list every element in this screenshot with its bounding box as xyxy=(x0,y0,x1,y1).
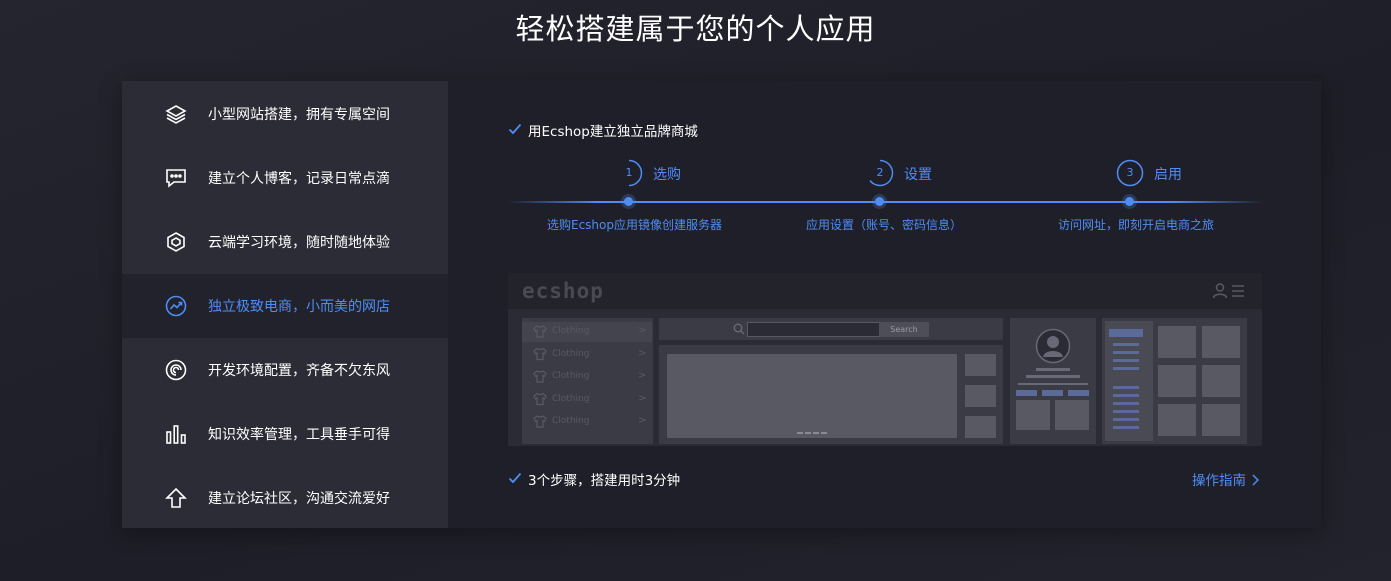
avatar xyxy=(1035,328,1071,364)
sidebar-item-label: 开发环境配置，齐备不欠东风 xyxy=(208,363,390,379)
sidebar-item-ecommerce[interactable]: 独立极致电商，小而美的网店 xyxy=(122,274,448,338)
step-2-number: 2 xyxy=(866,159,894,187)
mockup-search-button: Search xyxy=(879,322,929,337)
sidebar-item-label: 知识效率管理，工具垂手可得 xyxy=(208,427,390,443)
step-1-label: 选购 xyxy=(653,167,681,183)
sidebar-item-blog[interactable]: 建立个人博客，记录日常点滴 xyxy=(122,146,448,210)
sidebar-item-knowledge[interactable]: 知识效率管理，工具垂手可得 xyxy=(122,402,448,466)
feature-panel: 小型网站搭建，拥有专属空间 建立个人博客，记录日常点滴 云端学习环境，随时随地体… xyxy=(122,81,1321,528)
footer-note: 3个步骤，搭建用时3分钟 xyxy=(528,473,681,489)
step-1-dot xyxy=(624,197,633,206)
chevron-right-icon xyxy=(1252,474,1260,486)
ecshop-preview-mockup: ecshop Clothing > Clothing > Clothing > Clo… xyxy=(508,273,1262,446)
mockup-header: ecshop xyxy=(508,273,1262,309)
headline: 用Ecshop建立独立品牌商城 xyxy=(528,124,698,140)
check-icon xyxy=(508,123,522,135)
sidebar-item-label: 小型网站搭建，拥有专属空间 xyxy=(208,107,390,123)
step-2-label: 设置 xyxy=(904,167,932,183)
step-1-desc: 选购Ecshop应用镜像创建服务器 xyxy=(547,218,722,232)
hexagon-icon xyxy=(167,232,185,252)
mockup-profile-card xyxy=(1010,318,1096,444)
mockup-search-bar: Search xyxy=(659,318,1003,340)
trend-circle-icon xyxy=(165,295,187,317)
steps-progress-line xyxy=(508,201,1264,203)
mockup-banner-area xyxy=(659,345,1003,444)
step-2-desc: 应用设置（账号、密码信息） xyxy=(806,218,963,232)
user-menu-icon xyxy=(1212,283,1244,299)
sidebar-item-label: 独立极致电商，小而美的网店 xyxy=(208,299,390,315)
step-2-dot xyxy=(875,197,884,206)
mockup-search-input xyxy=(747,322,881,337)
shirt-icon xyxy=(533,325,547,428)
sidebar: 小型网站搭建，拥有专属空间 建立个人博客，记录日常点滴 云端学习环境，随时随地体… xyxy=(122,81,448,528)
step-3-number: 3 xyxy=(1116,159,1144,187)
page-title: 轻松搭建属于您的个人应用 xyxy=(515,12,876,46)
chat-bubble-icon xyxy=(166,169,186,188)
step-1-number: 1 xyxy=(615,159,643,187)
content-area: 用Ecshop建立独立品牌商城 1 选购 选购Ecshop应用镜像创建服务器 2… xyxy=(448,81,1321,528)
mockup-category-panel: Clothing > Clothing > Clothing > Clothing > … xyxy=(522,318,653,444)
check-icon xyxy=(508,472,522,484)
sidebar-item-dev-env[interactable]: 开发环境配置，齐备不欠东风 xyxy=(122,338,448,402)
step-3-desc: 访问网址，即刻开启电商之旅 xyxy=(1058,218,1215,232)
mockup-product-grid xyxy=(1102,318,1247,444)
sidebar-item-small-website[interactable]: 小型网站搭建，拥有专属空间 xyxy=(122,82,448,146)
search-icon xyxy=(733,323,745,335)
step-3-dot xyxy=(1125,197,1134,206)
sidebar-item-label: 建立个人博客，记录日常点滴 xyxy=(208,171,390,187)
mockup-banner xyxy=(667,354,957,438)
mockup-logo: ecshop xyxy=(522,279,604,303)
spiral-icon xyxy=(165,359,187,381)
bar-chart-icon xyxy=(166,425,186,444)
step-3-label: 启用 xyxy=(1154,167,1182,183)
sidebar-item-label: 建立论坛社区，沟通交流爱好 xyxy=(208,491,390,507)
arrow-up-icon xyxy=(165,487,187,508)
sidebar-item-cloud-learning[interactable]: 云端学习环境，随时随地体验 xyxy=(122,210,448,274)
layers-icon xyxy=(165,105,187,124)
sidebar-item-label: 云端学习环境，随时随地体验 xyxy=(208,235,390,251)
sidebar-item-forum[interactable]: 建立论坛社区，沟通交流爱好 xyxy=(122,466,448,530)
operation-guide-link[interactable]: 操作指南 xyxy=(1192,469,1260,489)
